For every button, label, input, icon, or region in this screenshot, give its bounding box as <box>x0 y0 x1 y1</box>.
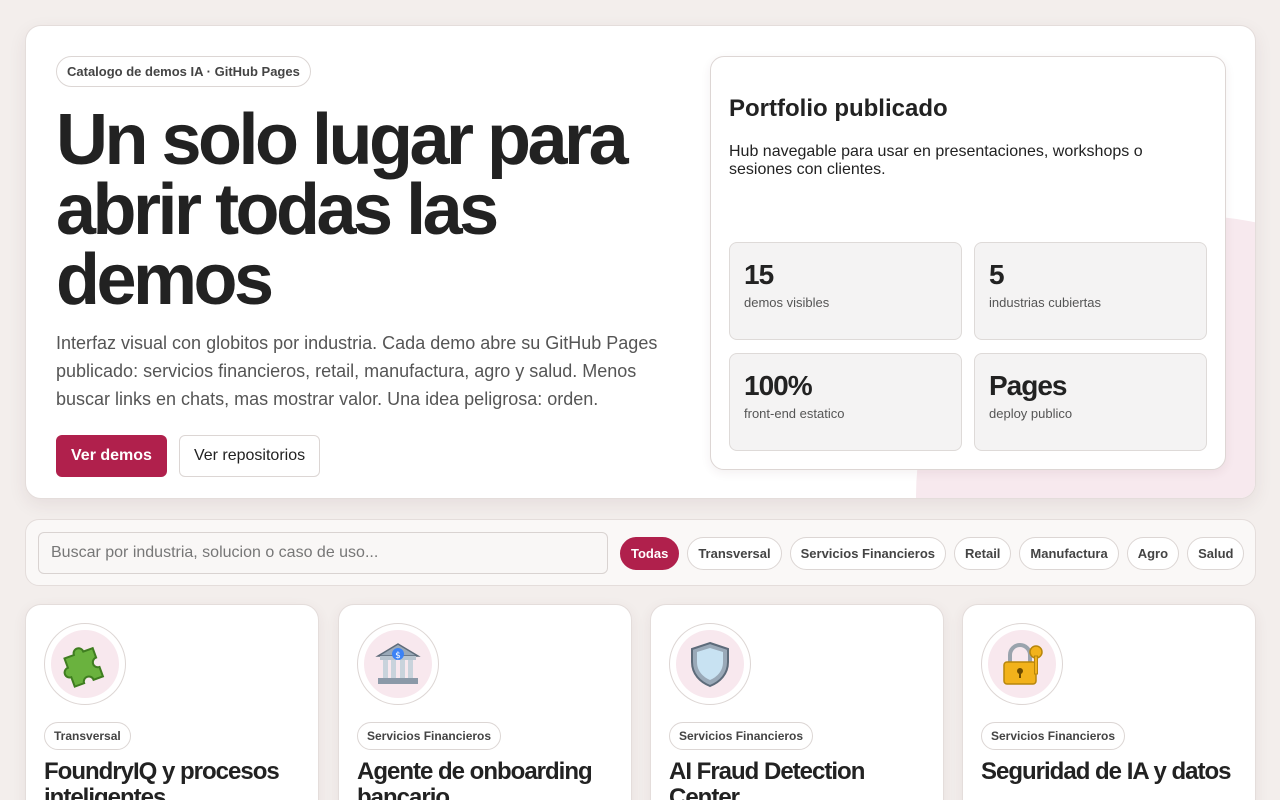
stat-label: industrias cubiertas <box>989 295 1101 310</box>
lock-key-icon <box>1003 643 1043 685</box>
stat-card-demos: 15 demos visibles <box>729 242 962 340</box>
demo-card[interactable]: Servicios Financieros AI Fraud Detection… <box>650 604 944 800</box>
view-demos-button[interactable]: Ver demos <box>56 435 167 477</box>
stat-card-frontend: 100% front-end estatico <box>729 353 962 451</box>
filter-pill-transversal[interactable]: Transversal <box>687 537 782 570</box>
card-icon-bubble <box>44 623 126 705</box>
card-industry-tag: Servicios Financieros <box>669 722 814 750</box>
catalog-chip: Catalogo de demos IA · GitHub Pages <box>56 56 311 87</box>
demo-card[interactable]: Transversal FoundryIQ y procesos intelig… <box>25 604 319 800</box>
filter-pill-servicios-financieros[interactable]: Servicios Financieros <box>789 537 947 570</box>
view-repositories-button[interactable]: Ver repositorios <box>178 435 321 477</box>
stat-label: front-end estatico <box>744 406 845 421</box>
filter-pill-agro[interactable]: Agro <box>1126 537 1180 570</box>
card-title: Agente de onboarding bancario <box>357 758 593 800</box>
filter-bar: Todas Transversal Servicios Financieros … <box>25 519 1256 586</box>
card-industry-tag: Servicios Financieros <box>357 722 502 750</box>
filter-pill-salud[interactable]: Salud <box>1187 537 1245 570</box>
stat-value: 15 <box>744 259 774 290</box>
filter-pill-retail[interactable]: Retail <box>954 537 1012 570</box>
demo-card[interactable]: $ Servicios Financieros Agente de onboar… <box>338 604 632 800</box>
portfolio-title: Portfolio publicado <box>729 95 948 122</box>
stat-card-deploy: Pages deploy publico <box>974 353 1207 451</box>
stat-label: demos visibles <box>744 295 830 310</box>
filter-pill-manufactura[interactable]: Manufactura <box>1019 537 1119 570</box>
puzzle-icon <box>63 646 105 688</box>
stat-value: 100% <box>744 370 813 401</box>
industry-filter-pills: Todas Transversal Servicios Financieros … <box>620 537 1245 570</box>
svg-text:$: $ <box>395 651 401 661</box>
stat-label: deploy publico <box>989 406 1073 421</box>
card-title: FoundryIQ y procesos inteligentes <box>44 758 280 800</box>
portfolio-description: Hub navegable para usar en presentacione… <box>729 143 1143 178</box>
stat-value: 5 <box>989 259 1005 290</box>
search-input[interactable] <box>38 532 608 574</box>
hero-description: Interfaz visual con globitos por industr… <box>56 333 658 409</box>
card-industry-tag: Servicios Financieros <box>981 722 1126 750</box>
filter-pill-todas[interactable]: Todas <box>620 537 680 570</box>
demo-card[interactable]: Servicios Financieros Seguridad de IA y … <box>962 604 1256 800</box>
portfolio-panel: Portfolio publicado Hub navegable para u… <box>710 56 1226 470</box>
page-title: Un solo lugar para abrir todas las demos <box>56 100 629 320</box>
hero-actions: Ver demos Ver repositorios <box>56 435 676 477</box>
card-icon-bubble <box>981 623 1063 705</box>
stat-value: Pages <box>989 370 1068 401</box>
card-title: Seguridad de IA y datos <box>981 758 1232 785</box>
shield-icon <box>691 641 729 688</box>
card-icon-bubble <box>669 623 751 705</box>
card-icon-bubble: $ <box>357 623 439 705</box>
hero-section: Catalogo de demos IA · GitHub Pages Un s… <box>25 25 1256 499</box>
bank-icon: $ <box>375 643 421 684</box>
card-industry-tag: Transversal <box>44 722 131 750</box>
hero-intro: Catalogo de demos IA · GitHub Pages Un s… <box>56 56 676 477</box>
card-title: AI Fraud Detection Center <box>669 758 865 800</box>
stat-card-industries: 5 industrias cubiertas <box>974 242 1207 340</box>
